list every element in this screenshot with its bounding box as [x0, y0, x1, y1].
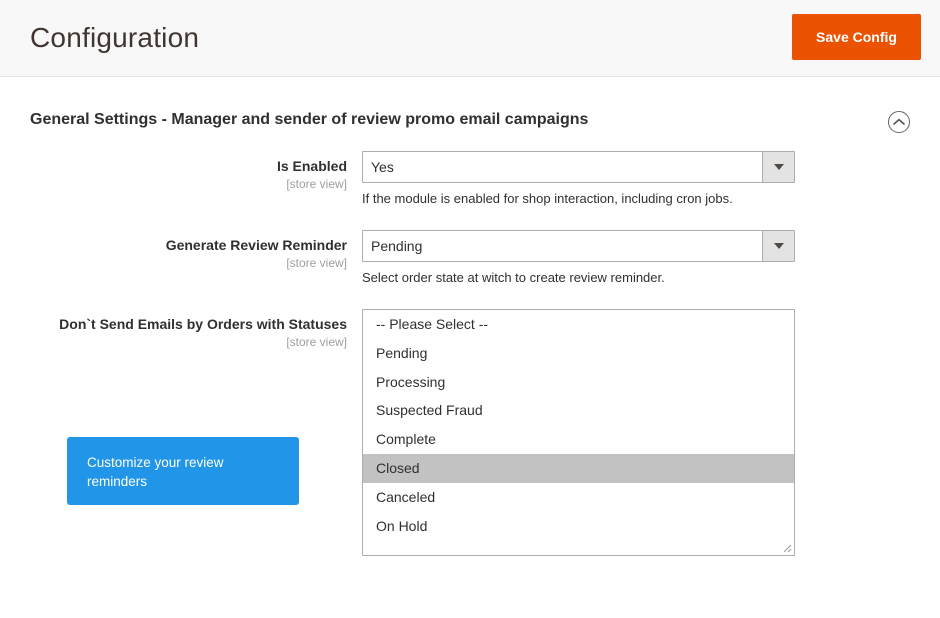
settings-form: Is Enabled [store view] Yes If the modul… [0, 137, 940, 556]
page-title: Configuration [30, 22, 200, 53]
generate-review-reminder-select[interactable]: Pending [362, 230, 795, 262]
promo-banner[interactable]: Customize your review reminders [67, 437, 299, 505]
field-label: Is Enabled [276, 158, 347, 174]
field-control-group: Pending Select order state at witch to c… [347, 230, 940, 287]
field-label-group: Generate Review Reminder [store view] [0, 230, 347, 271]
chevron-down-icon[interactable] [762, 152, 794, 182]
section-title: General Settings - Manager and sender of… [30, 111, 589, 128]
multiselect-option[interactable]: -- Please Select -- [363, 310, 794, 339]
field-label-group: Don`t Send Emails by Orders with Statuse… [0, 309, 347, 350]
is-enabled-select[interactable]: Yes [362, 151, 795, 183]
multiselect-option[interactable]: Closed [363, 453, 794, 483]
field-control-group: Yes If the module is enabled for shop in… [347, 151, 940, 208]
save-config-button[interactable]: Save Config [792, 14, 921, 60]
field-control-group: -- Please Select -- Pending Processing Susp… [347, 309, 940, 556]
field-note: If the module is enabled for shop intera… [362, 191, 733, 206]
select-value: Yes [371, 159, 394, 175]
field-row-is-enabled: Is Enabled [store view] Yes If the modul… [0, 151, 940, 208]
chevron-down-icon[interactable] [762, 231, 794, 261]
field-row-generate-review-reminder: Generate Review Reminder [store view] Pe… [0, 230, 940, 287]
multiselect-option[interactable]: Complete [363, 425, 794, 454]
select-value: Pending [371, 238, 423, 254]
section-header: General Settings - Manager and sender of… [0, 77, 940, 137]
field-row-dont-send-emails-by-order-statuses: Don`t Send Emails by Orders with Statuse… [0, 309, 940, 556]
field-label-group: Is Enabled [store view] [0, 151, 347, 192]
multiselect-options-container: -- Please Select -- Pending Processing Susp… [363, 310, 794, 540]
page-header: Configuration Save Config [0, 0, 940, 77]
multiselect-option[interactable]: Processing [363, 368, 794, 397]
field-label: Generate Review Reminder [165, 237, 347, 253]
multiselect-option[interactable]: Pending [363, 339, 794, 368]
field-label: Don`t Send Emails by Orders with Statuse… [59, 316, 347, 332]
multiselect-option[interactable]: Canceled [363, 483, 794, 512]
field-scope-label: [store view] [286, 256, 347, 270]
order-statuses-multiselect[interactable]: -- Please Select -- Pending Processing Susp… [362, 309, 795, 556]
field-scope-label: [store view] [286, 335, 347, 349]
resize-grip-icon[interactable] [780, 541, 792, 553]
field-note: Select order state at witch to create re… [362, 270, 665, 285]
chevron-up-circle-icon[interactable] [888, 111, 910, 133]
promo-banner-text: Customize your review reminders [87, 455, 224, 489]
multiselect-option[interactable]: On Hold [363, 512, 794, 541]
multiselect-option[interactable]: Suspected Fraud [363, 396, 794, 425]
field-scope-label: [store view] [286, 177, 347, 191]
